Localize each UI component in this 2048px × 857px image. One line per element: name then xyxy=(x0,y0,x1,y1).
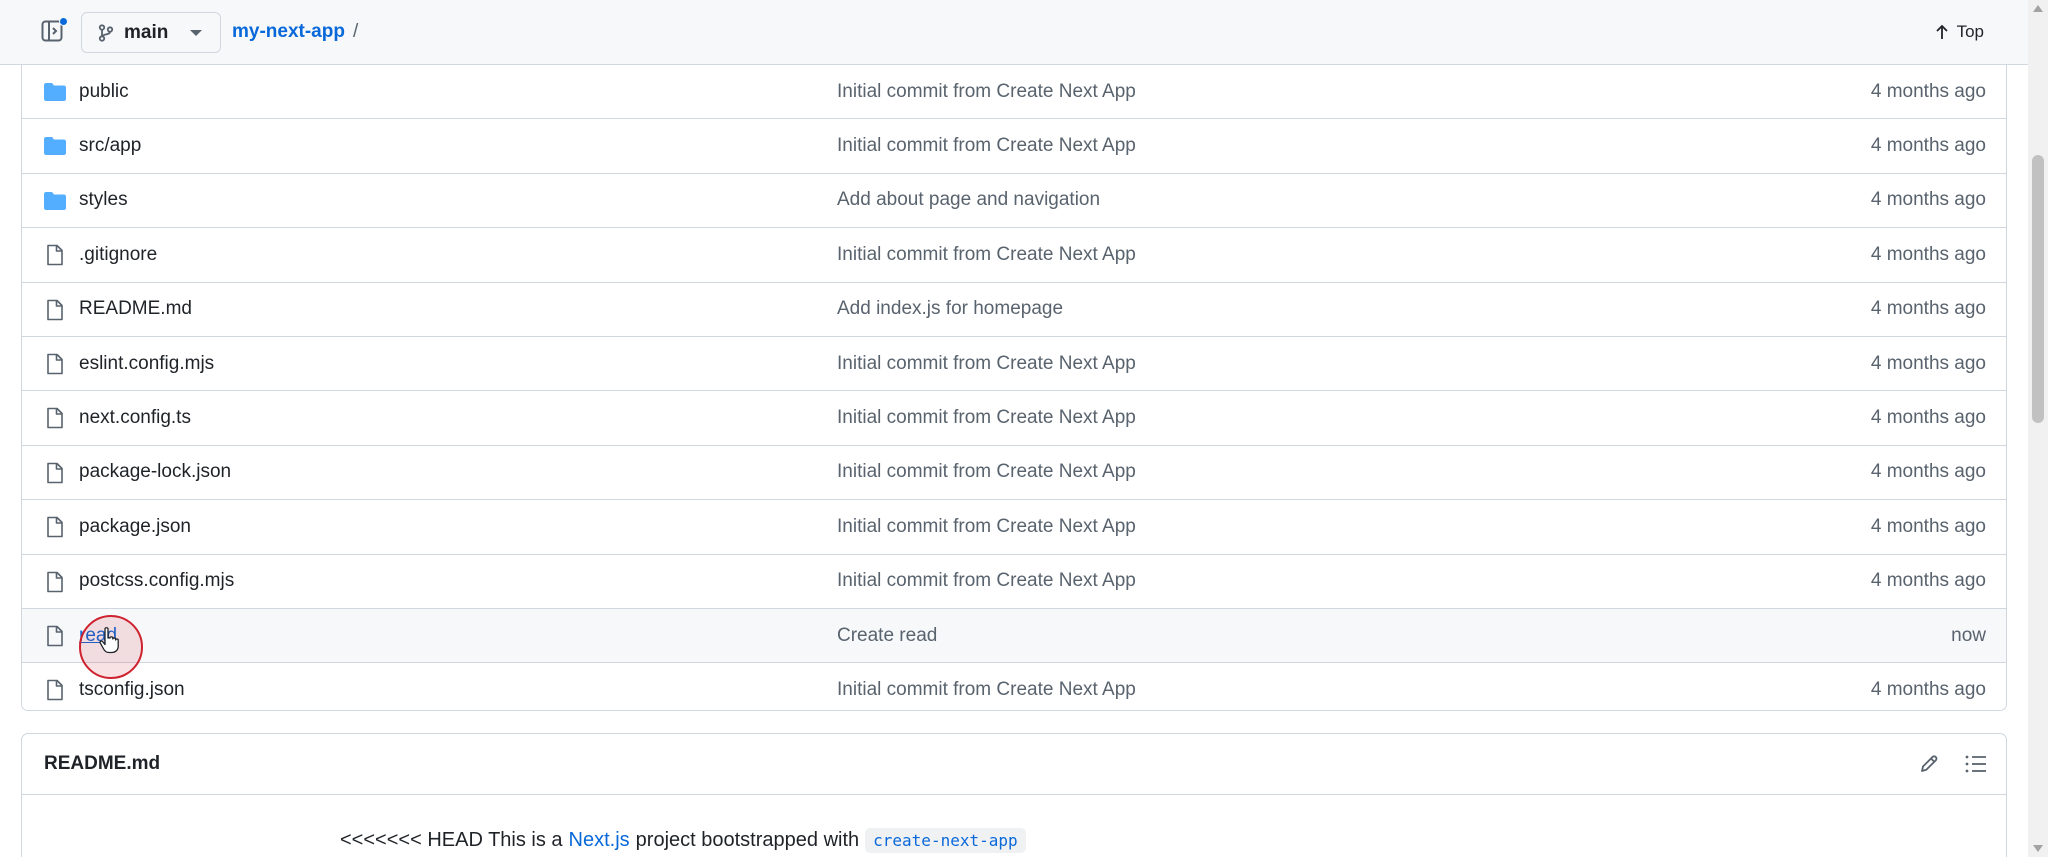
readme-text-middle: project bootstrapped with xyxy=(635,829,860,851)
commit-age: 4 months ago xyxy=(1870,461,1986,483)
readme-panel: README.md <<<<<<< HEAD This is a Next.js… xyxy=(21,733,2007,857)
folder-icon xyxy=(44,191,66,210)
pencil-icon[interactable] xyxy=(1918,753,1940,775)
commit-message-link[interactable]: Create read xyxy=(837,625,937,647)
file-row[interactable]: package-lock.json Initial commit from Cre… xyxy=(22,445,2006,501)
arrow-up-icon xyxy=(1935,24,1948,39)
scroll-up-arrow-icon[interactable] xyxy=(2033,5,2043,12)
commit-age: 4 months ago xyxy=(1870,80,1986,102)
commit-age: 4 months ago xyxy=(1870,570,1986,592)
file-icon xyxy=(47,679,63,701)
commit-message-link[interactable]: Initial commit from Create Next App xyxy=(837,244,1136,266)
file-name-link[interactable]: postcss.config.mjs xyxy=(79,570,234,592)
branch-name: main xyxy=(124,21,169,43)
commit-message-link[interactable]: Initial commit from Create Next App xyxy=(837,81,1136,103)
file-icon xyxy=(47,571,63,592)
file-name-link[interactable]: package-lock.json xyxy=(79,461,231,483)
folder-icon xyxy=(44,83,66,101)
file-name-link[interactable]: README.md xyxy=(79,298,192,320)
page-scrollbar[interactable] xyxy=(2028,0,2048,857)
back-to-top-label: Top xyxy=(1956,22,1984,41)
commit-message-link[interactable]: Initial commit from Create Next App xyxy=(837,679,1136,701)
branch-selector-button[interactable]: main xyxy=(81,12,221,53)
chevron-down-icon xyxy=(190,29,203,36)
create-next-app-code[interactable]: create-next-app xyxy=(865,828,1026,853)
readme-text-before: <<<<<<< HEAD This is a xyxy=(340,829,563,851)
scrollbar-thumb[interactable] xyxy=(2032,155,2044,423)
commit-message-link[interactable]: Initial commit from Create Next App xyxy=(837,570,1136,592)
file-table: public Initial commit from Create Next Ap… xyxy=(21,65,2007,711)
notification-dot xyxy=(59,17,68,26)
commit-message-link[interactable]: Initial commit from Create Next App xyxy=(837,461,1136,483)
readme-title[interactable]: README.md xyxy=(44,753,160,775)
sidebar-toggle-icon[interactable] xyxy=(41,17,68,44)
file-name-link[interactable]: tsconfig.json xyxy=(79,679,185,701)
readme-first-line: <<<<<<< HEAD This is a Next.js project b… xyxy=(340,828,1026,853)
file-row[interactable]: .gitignore Initial commit from Create Nex… xyxy=(22,228,2006,283)
file-icon xyxy=(47,462,63,484)
file-name-link[interactable]: .gitignore xyxy=(79,244,157,266)
commit-age: now xyxy=(1951,624,1986,646)
file-row[interactable]: package.json Initial commit from Create N… xyxy=(22,500,2006,555)
commit-age: 4 months ago xyxy=(1870,135,1986,157)
file-name-link[interactable]: package.json xyxy=(79,516,191,538)
commit-age: 4 months ago xyxy=(1870,298,1986,320)
file-icon xyxy=(47,353,63,375)
file-row[interactable]: next.config.ts Initial commit from Create… xyxy=(22,391,2006,446)
breadcrumb-separator: / xyxy=(352,21,359,42)
file-row[interactable]: eslint.config.mjs Initial commit from Cre… xyxy=(22,336,2006,392)
table-of-contents-icon[interactable] xyxy=(1964,753,1988,775)
file-name-link[interactable]: next.config.ts xyxy=(79,407,191,429)
commit-message-link[interactable]: Initial commit from Create Next App xyxy=(837,407,1136,429)
file-row[interactable]: postcss.config.mjs Initial commit from Cr… xyxy=(22,554,2006,609)
scroll-down-arrow-icon[interactable] xyxy=(2033,845,2043,852)
file-icon xyxy=(47,408,63,429)
commit-age: 4 months ago xyxy=(1870,352,1986,374)
file-icon xyxy=(47,244,63,266)
commit-message-link[interactable]: Add about page and navigation xyxy=(837,189,1100,211)
commit-message-link[interactable]: Add index.js for homepage xyxy=(837,298,1063,320)
breadcrumb: my-next-app / xyxy=(232,21,358,43)
commit-age: 4 months ago xyxy=(1870,679,1986,701)
file-name-link[interactable]: src/app xyxy=(79,135,141,157)
file-name-link[interactable]: public xyxy=(79,81,129,103)
git-branch-icon xyxy=(98,23,114,42)
readme-content: <<<<<<< HEAD This is a Next.js project b… xyxy=(22,795,2006,857)
file-row[interactable]: public Initial commit from Create Next Ap… xyxy=(22,65,2006,120)
hand-pointer-icon xyxy=(99,627,119,654)
back-to-top-button[interactable]: Top xyxy=(1935,22,1984,42)
sticky-header: main my-next-app / Top xyxy=(0,0,2028,65)
commit-age: 4 months ago xyxy=(1870,407,1986,429)
file-row[interactable]: tsconfig.json Initial commit from Create … xyxy=(22,663,2006,710)
readme-header: README.md xyxy=(22,734,2006,795)
file-icon xyxy=(47,625,63,647)
file-icon xyxy=(47,516,63,538)
folder-icon xyxy=(44,137,66,156)
file-row[interactable]: src/app Initial commit from Create Next A… xyxy=(22,119,2006,174)
file-row[interactable]: read Create read now xyxy=(22,608,2006,664)
nextjs-link[interactable]: Next.js xyxy=(569,829,630,852)
commit-message-link[interactable]: Initial commit from Create Next App xyxy=(837,135,1136,157)
file-icon xyxy=(47,299,63,320)
breadcrumb-repo-link[interactable]: my-next-app xyxy=(232,21,345,43)
repo-file-browser: main my-next-app / Top public Initial com… xyxy=(0,0,2048,857)
commit-age: 4 months ago xyxy=(1870,515,1986,537)
file-row[interactable]: README.md Add index.js for homepage 4 mont… xyxy=(22,282,2006,337)
commit-age: 4 months ago xyxy=(1870,243,1986,265)
file-name-link[interactable]: eslint.config.mjs xyxy=(79,353,214,375)
commit-age: 4 months ago xyxy=(1870,189,1986,211)
file-row[interactable]: styles Add about page and navigation 4 mon… xyxy=(22,173,2006,229)
commit-message-link[interactable]: Initial commit from Create Next App xyxy=(837,516,1136,538)
file-name-link[interactable]: styles xyxy=(79,189,128,211)
commit-message-link[interactable]: Initial commit from Create Next App xyxy=(837,353,1136,375)
